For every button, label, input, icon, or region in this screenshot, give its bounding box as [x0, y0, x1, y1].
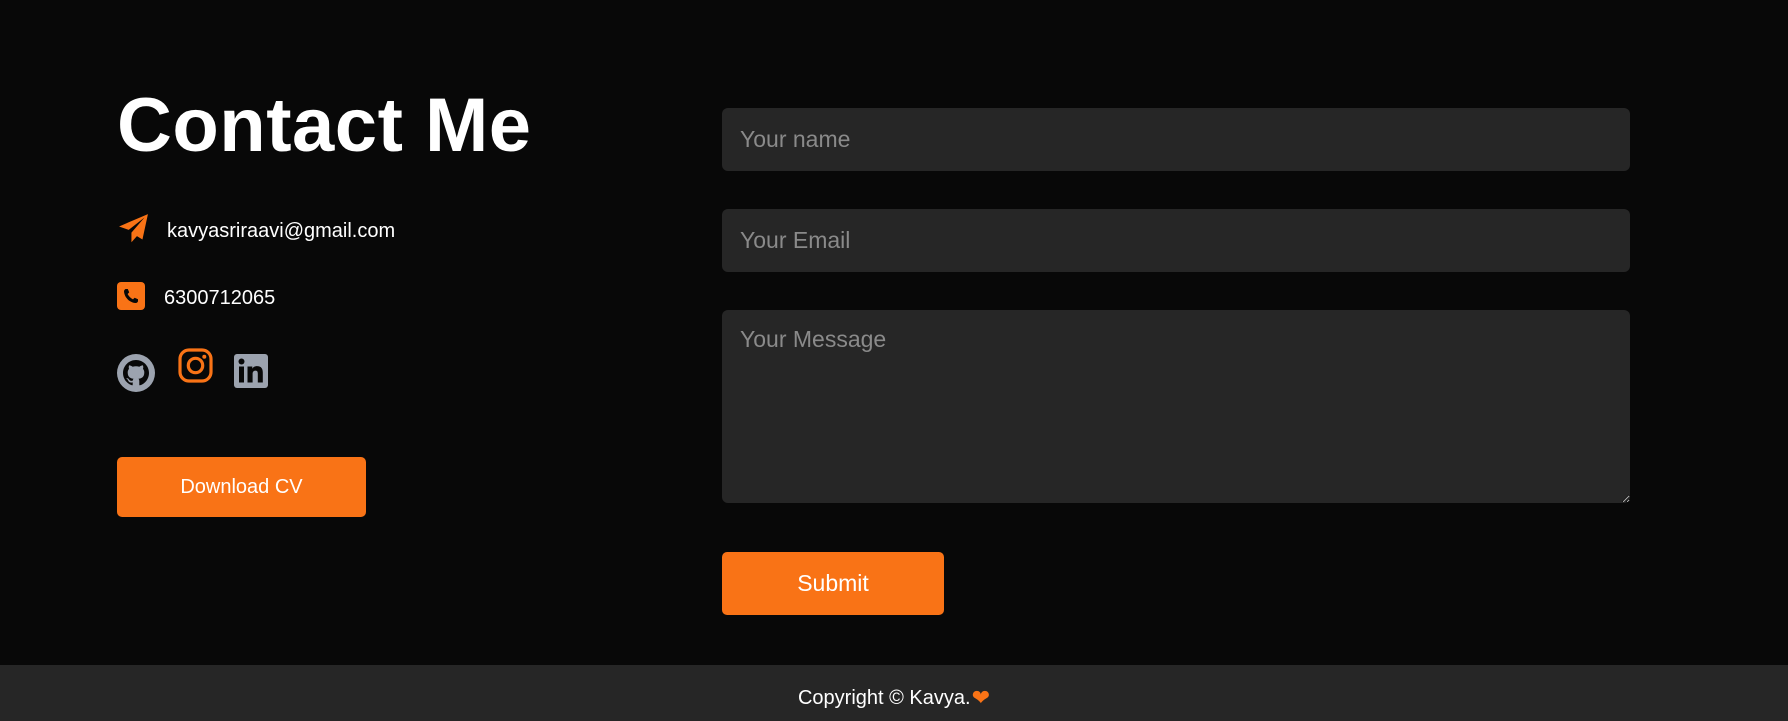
email-input[interactable] — [722, 209, 1630, 272]
page-title: Contact Me — [117, 83, 532, 168]
linkedin-icon[interactable] — [234, 354, 268, 393]
copyright-text: Copyright © Kavya. ❤ — [798, 685, 990, 711]
social-links — [117, 348, 287, 392]
contact-page: Contact Me kavyasriraavi@gmail.com 63007… — [0, 0, 1788, 721]
paper-plane-icon — [117, 212, 150, 250]
copyright-label: Copyright © Kavya. — [797, 686, 971, 709]
github-icon[interactable] — [117, 354, 155, 397]
footer: Copyright © Kavya. ❤ — [0, 665, 1788, 721]
name-input[interactable] — [722, 108, 1630, 171]
phone-icon — [117, 282, 145, 315]
download-cv-button[interactable]: Download CV — [117, 457, 366, 517]
heart-icon: ❤ — [971, 685, 991, 710]
message-textarea[interactable] — [722, 310, 1630, 503]
submit-button[interactable]: Submit — [722, 552, 944, 615]
email-text[interactable]: kavyasriraavi@gmail.com — [167, 220, 395, 243]
phone-row: 6300712065 — [117, 282, 275, 315]
instagram-icon[interactable] — [178, 348, 213, 388]
phone-text[interactable]: 6300712065 — [164, 287, 275, 310]
email-row: kavyasriraavi@gmail.com — [117, 212, 395, 250]
